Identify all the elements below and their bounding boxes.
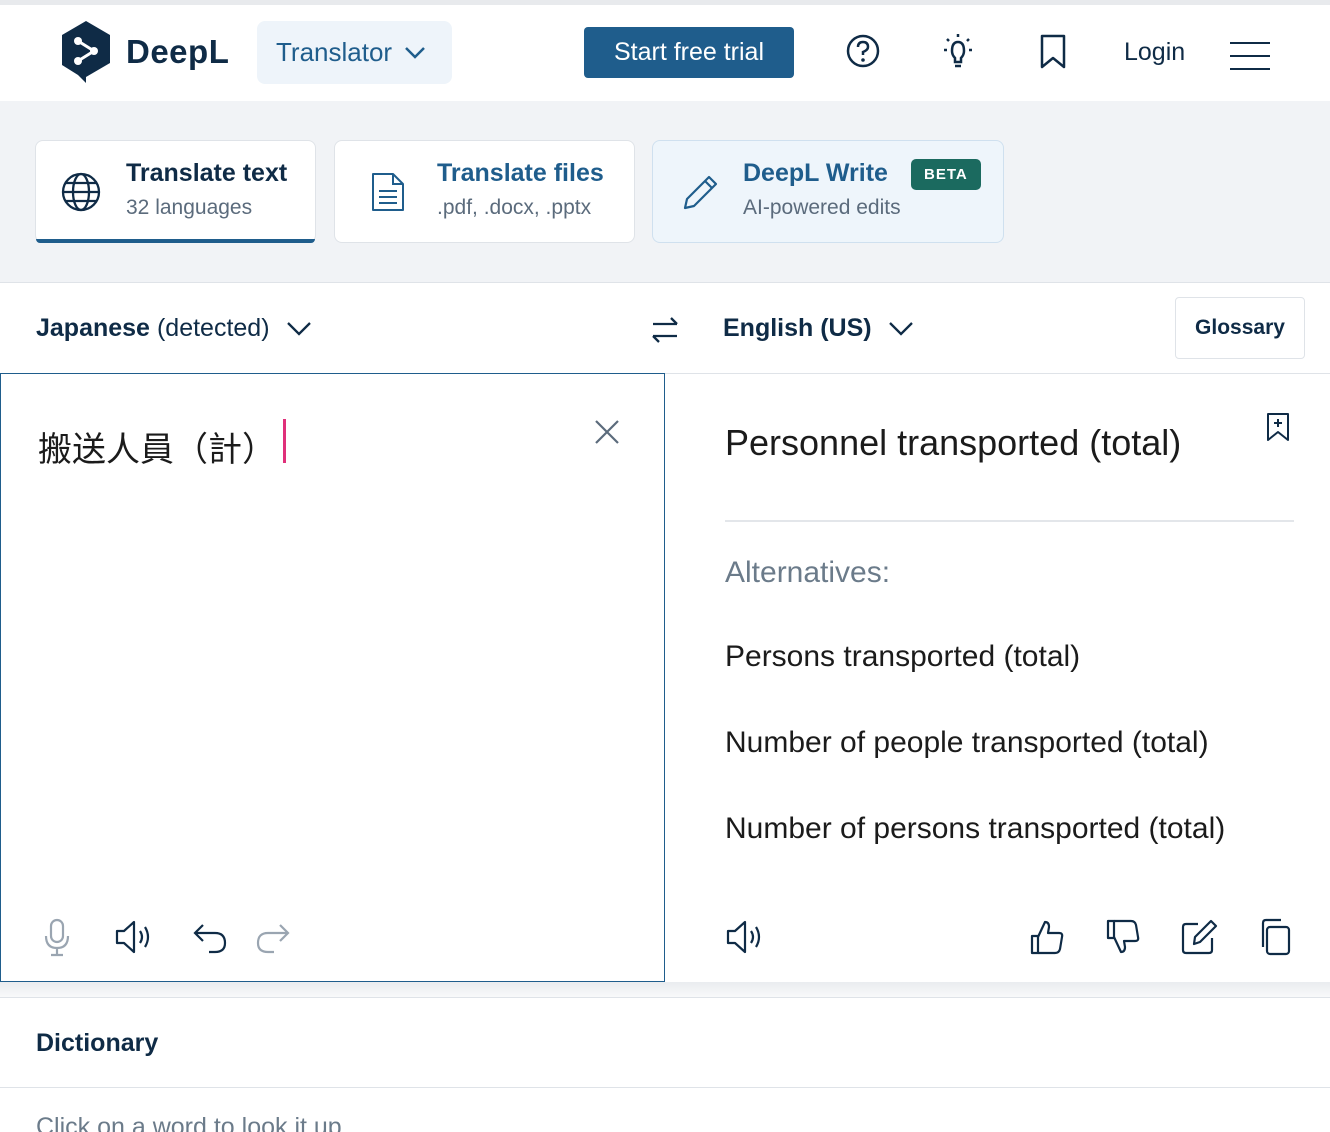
detected-label: (detected): [156, 314, 270, 342]
bookmark-icon[interactable]: [1033, 31, 1073, 71]
tab-title: Translate text: [126, 159, 288, 187]
text-cursor: [283, 419, 286, 463]
tab-deepl-write[interactable]: DeepL Write BETA AI-powered edits: [652, 140, 1004, 243]
dictionary-section: Dictionary: [0, 998, 1330, 1088]
section-separator: [0, 982, 1330, 998]
translator-dropdown[interactable]: Translator: [257, 21, 452, 84]
tab-subtitle: AI-powered edits: [743, 196, 901, 219]
document-icon: [372, 173, 404, 211]
tab-subtitle: 32 languages: [126, 196, 253, 219]
close-icon[interactable]: [593, 418, 621, 446]
thumbs-up-icon[interactable]: [1026, 916, 1068, 958]
swap-languages-icon[interactable]: [647, 312, 683, 348]
redo-icon[interactable]: [252, 916, 294, 958]
edit-icon[interactable]: [1178, 916, 1220, 958]
start-free-trial-button[interactable]: Start free trial: [584, 27, 794, 78]
dictionary-title: Dictionary: [36, 1029, 159, 1057]
speaker-icon[interactable]: [112, 916, 154, 958]
divider: [725, 520, 1294, 522]
source-language-select[interactable]: Japanese (detected): [36, 314, 312, 343]
translation-text[interactable]: Personnel transported (total): [725, 422, 1181, 464]
alternative-item[interactable]: Persons transported (total): [725, 640, 1080, 674]
lightbulb-icon[interactable]: [938, 31, 978, 71]
brand-name[interactable]: DeepL: [126, 33, 229, 71]
glossary-button[interactable]: Glossary: [1175, 297, 1305, 359]
tab-subtitle: .pdf, .docx, .pptx: [437, 196, 592, 219]
dictionary-hint: Click on a word to look it up.: [36, 1113, 349, 1132]
thumbs-down-icon[interactable]: [1102, 916, 1144, 958]
tab-title: Translate files: [437, 159, 604, 187]
pencil-icon: [683, 175, 718, 210]
translator-label: Translator: [276, 37, 393, 67]
add-bookmark-icon[interactable]: [1265, 412, 1291, 442]
source-text-area[interactable]: 搬送人員（計）: [0, 373, 665, 982]
chevron-down-icon: [405, 46, 425, 59]
deepl-logo-icon[interactable]: [58, 19, 114, 85]
undo-icon[interactable]: [189, 916, 231, 958]
active-tab-indicator: [36, 239, 315, 243]
translation-area: Personnel transported (total) Alternativ…: [665, 374, 1330, 982]
source-text[interactable]: 搬送人員（計）: [38, 422, 276, 471]
beta-badge: BETA: [911, 159, 981, 190]
header: DeepL Translator Start free trial Login: [0, 5, 1330, 101]
alternative-item[interactable]: Number of persons transported (total): [725, 812, 1225, 846]
menu-icon[interactable]: [1229, 41, 1271, 71]
speaker-icon[interactable]: [723, 916, 765, 958]
chevron-down-icon: [888, 321, 913, 336]
mode-tabs: Translate text 32 languages Translate fi…: [0, 101, 1330, 283]
globe-icon: [61, 172, 101, 212]
alternative-item[interactable]: Number of people transported (total): [725, 726, 1209, 760]
source-language-name: Japanese: [36, 314, 150, 342]
microphone-icon[interactable]: [36, 916, 78, 958]
tab-title: DeepL Write: [743, 159, 888, 187]
login-link[interactable]: Login: [1124, 38, 1185, 67]
help-icon[interactable]: [843, 31, 883, 71]
copy-icon[interactable]: [1255, 916, 1297, 958]
tab-translate-files[interactable]: Translate files .pdf, .docx, .pptx: [334, 140, 635, 243]
target-language-select[interactable]: English (US): [723, 314, 914, 343]
language-bar: Japanese (detected) English (US) Glossar…: [0, 284, 1330, 374]
tab-translate-text[interactable]: Translate text 32 languages: [35, 140, 316, 243]
alternatives-label: Alternatives:: [725, 556, 891, 589]
target-language-name: English (US): [723, 314, 872, 342]
chevron-down-icon: [286, 321, 311, 336]
